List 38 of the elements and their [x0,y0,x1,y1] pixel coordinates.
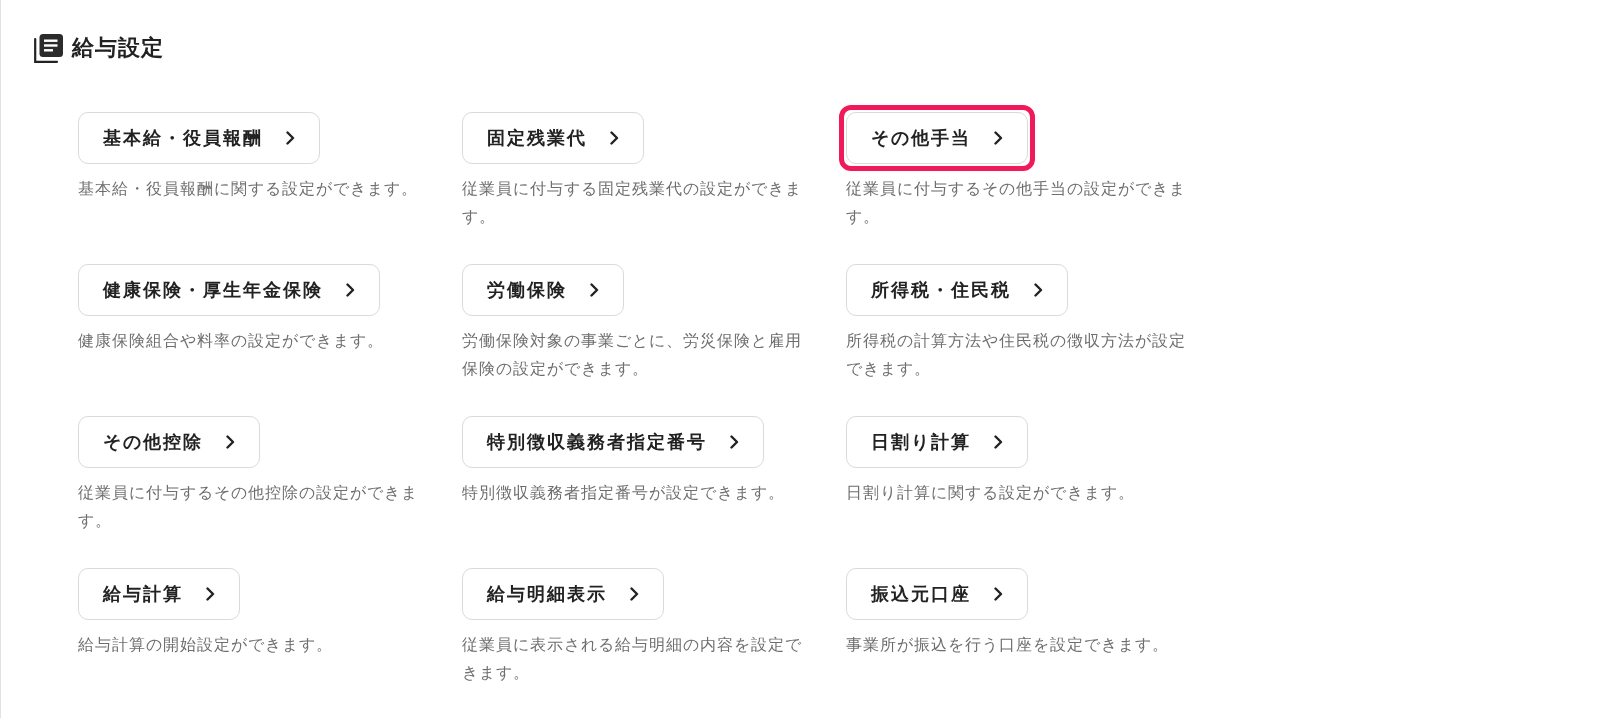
setting-description: 日割り計算に関する設定ができます。 [846,483,1136,503]
chevron-right-icon [346,283,355,297]
setting-description: 給与計算の開始設定ができます。 [78,635,334,655]
chevron-right-icon [610,131,619,145]
setting-description: 従業員に付与する固定残業代の設定ができます。 [462,179,803,227]
chevron-right-icon [226,435,235,449]
chevron-right-icon [206,587,215,601]
settings-link-button[interactable]: その他手当 [846,112,1028,164]
chevron-right-icon [630,587,639,601]
chevron-right-icon [286,131,295,145]
setting-description: 所得税の計算方法や住民税の徴収方法が設定できます。 [846,331,1187,379]
settings-link-button[interactable]: 所得税・住民税 [846,264,1068,316]
chevron-right-icon [1034,283,1043,297]
setting-description: 従業員に付与するその他控除の設定ができます。 [78,483,419,531]
setting-description: 事業所が振込を行う口座を設定できます。 [846,635,1170,655]
setting-description: 従業員に付与するその他手当の設定ができます。 [846,179,1187,227]
document-stack-icon [34,33,63,63]
settings-link-button[interactable]: 給与計算 [78,568,240,620]
settings-link-button[interactable]: 基本給・役員報酬 [78,112,320,164]
settings-link-button[interactable]: 固定残業代 [462,112,644,164]
settings-link-button[interactable]: その他控除 [78,416,260,468]
settings-link-button[interactable]: 振込元口座 [846,568,1028,620]
settings-link-button[interactable]: 労働保険 [462,264,624,316]
setting-description: 基本給・役員報酬に関する設定ができます。 [78,179,419,199]
chevron-right-icon [994,131,1003,145]
settings-link-button[interactable]: 日割り計算 [846,416,1028,468]
setting-description: 従業員に表示される給与明細の内容を設定できます。 [462,635,803,683]
setting-description: 労働保険対象の事業ごとに、労災保険と雇用保険の設定ができます。 [462,331,803,379]
settings-link-button[interactable]: 特別徴収義務者指定番号 [462,416,764,468]
settings-link-button[interactable]: 給与明細表示 [462,568,664,620]
chevron-right-icon [590,283,599,297]
chevron-right-icon [730,435,739,449]
settings-link-button[interactable]: 健康保険・厚生年金保険 [78,264,380,316]
page-title: 給与設定 [72,34,164,62]
chevron-right-icon [994,587,1003,601]
setting-description: 特別徴収義務者指定番号が設定できます。 [462,483,786,503]
chevron-right-icon [994,435,1003,449]
setting-description: 健康保険組合や料率の設定ができます。 [78,331,385,351]
